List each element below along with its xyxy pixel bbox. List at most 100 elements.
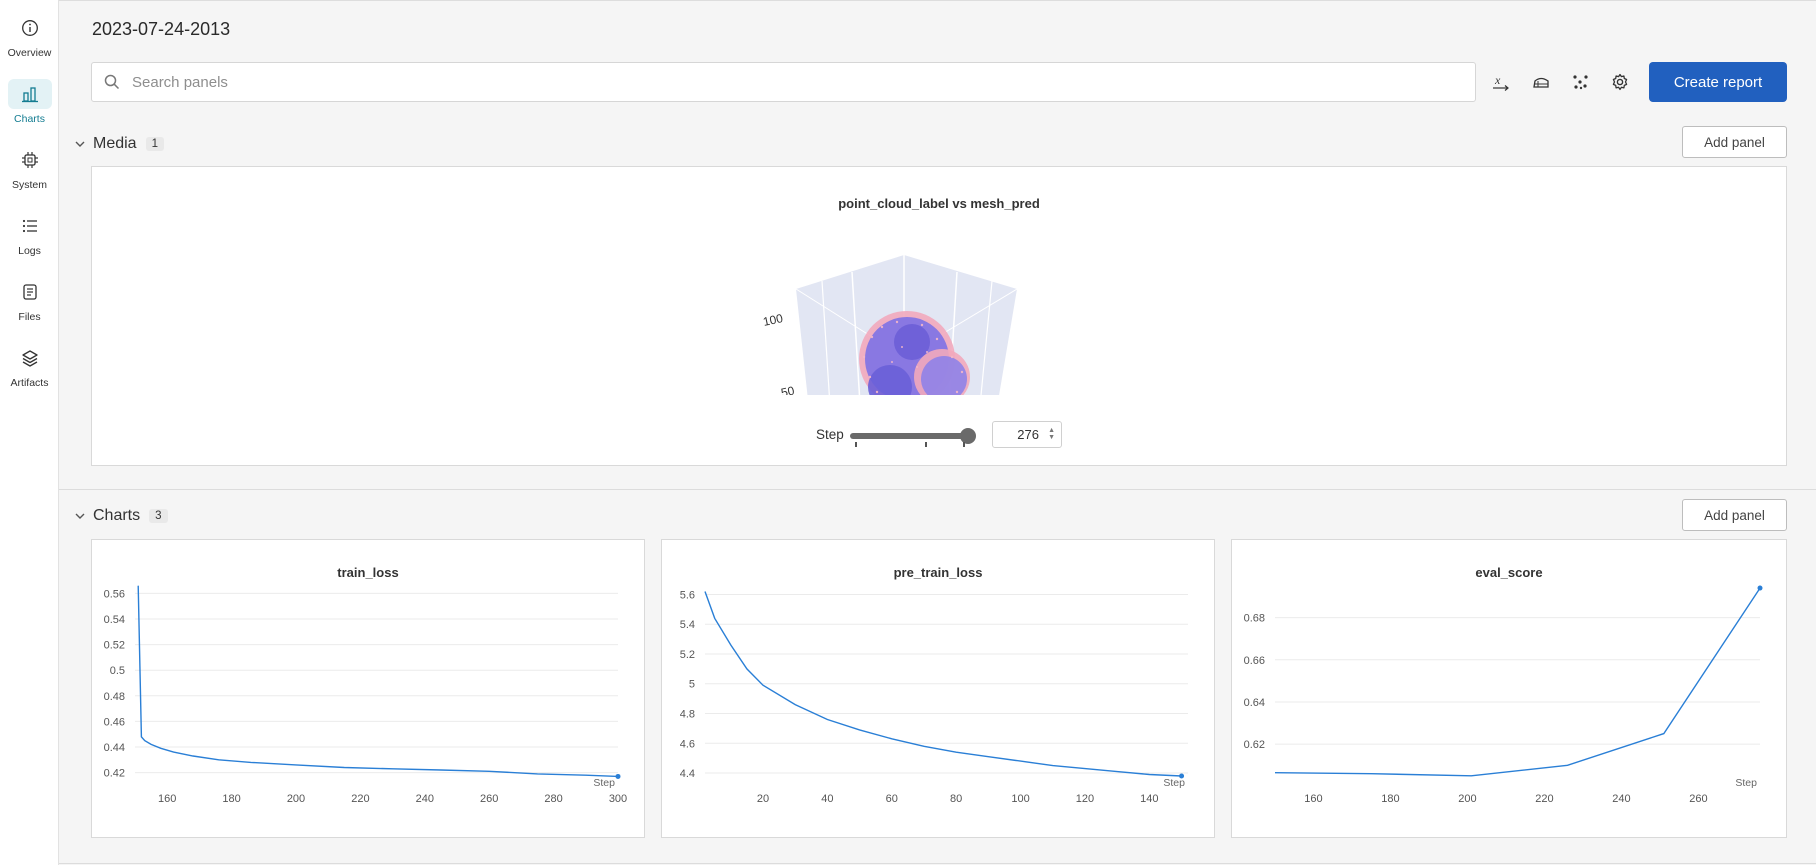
section-divider	[59, 863, 1816, 864]
main-content: 2023-07-24-2013 x Create report Media 1 …	[59, 0, 1816, 865]
y-tick-label: 4.4	[680, 768, 695, 780]
chevron-down-icon[interactable]	[73, 137, 87, 151]
y-tick-label: 0.44	[104, 742, 125, 754]
step-slider-label: Step	[816, 427, 844, 442]
y-tick-label: 0.62	[1244, 739, 1265, 751]
charts-count-badge: 3	[149, 509, 168, 523]
media-section-title: Media	[93, 135, 137, 152]
charts-section-header: Charts 3	[73, 504, 168, 528]
scatter-icon[interactable]	[1568, 69, 1594, 95]
series-line	[137, 585, 619, 778]
nav-item-artifacts[interactable]: Artifacts	[0, 330, 59, 390]
search-input[interactable]	[132, 70, 1432, 94]
layers-icon	[8, 343, 52, 373]
spinner-arrows-icon[interactable]: ▲ ▼	[1048, 427, 1055, 441]
x-tick-label: 280	[544, 793, 562, 805]
nav-label-system: System	[11, 179, 47, 191]
bar-chart-icon	[7, 79, 52, 109]
series-line	[1274, 587, 1761, 777]
y-tick-label: 0.5	[110, 665, 125, 677]
nav-label-charts: Charts	[14, 113, 45, 125]
nav-item-files[interactable]: Files	[0, 264, 59, 324]
y-tick-label: 0.48	[104, 691, 125, 703]
step-value: 276	[1017, 427, 1039, 442]
nav-label-files: Files	[18, 311, 41, 323]
x-tick-label: 300	[609, 793, 627, 805]
y-tick-label: 0.66	[1244, 655, 1265, 667]
x-tick-label: 180	[1381, 793, 1399, 805]
y-tick-label: 5.2	[680, 649, 695, 661]
chevron-down-icon[interactable]	[73, 509, 87, 523]
y-tick-label: 0.56	[104, 588, 125, 600]
point-cloud-3d-view[interactable]: 100 50	[752, 247, 1092, 397]
file-icon	[8, 277, 52, 307]
x-tick-label: 120	[1076, 793, 1094, 805]
y-tick-label: 0.68	[1244, 613, 1265, 625]
line-chart[interactable]: 0.62 0.64 0.66 0.68 160 180 200 220 240 260 Step	[1232, 540, 1786, 839]
step-slider-track[interactable]	[850, 433, 968, 439]
nav-item-system[interactable]: System	[0, 132, 59, 192]
axis-tick-100: 100	[762, 311, 785, 329]
media-panel: point_cloud_label vs mesh_pred 100 50 St…	[91, 166, 1787, 466]
axis-tick-50: 50	[780, 383, 796, 397]
clean-icon[interactable]	[1528, 69, 1554, 95]
x-tick-label: 180	[222, 793, 240, 805]
step-number-input[interactable]: 276 ▲ ▼	[992, 421, 1062, 448]
y-tick-label: 5	[689, 679, 695, 691]
step-slider[interactable]	[850, 422, 976, 450]
line-chart[interactable]: 4.4 4.6 4.8 5 5.2 5.4 5.6 20 40 60 80 100 120 140 Step	[662, 540, 1214, 839]
slider-tick	[925, 442, 927, 447]
info-icon	[8, 13, 52, 43]
y-tick-label: 4.6	[680, 738, 695, 750]
add-panel-button-charts[interactable]: Add panel	[1682, 499, 1787, 531]
x-axis-icon[interactable]: x	[1488, 69, 1514, 95]
x-tick-label: 140	[1140, 793, 1158, 805]
svg-text:x: x	[1494, 73, 1501, 87]
gear-icon[interactable]	[1607, 69, 1633, 95]
media-section-header: Media 1	[73, 132, 164, 156]
y-tick-label: 5.4	[680, 619, 695, 631]
nav-label-artifacts: Artifacts	[10, 377, 49, 389]
x-tick-label: 220	[351, 793, 369, 805]
last-point-marker	[615, 773, 621, 779]
left-nav: Overview Charts System Logs Files Artifacts	[0, 0, 59, 865]
nav-item-overview[interactable]: Overview	[0, 0, 59, 60]
x-tick-label: 160	[158, 793, 176, 805]
line-chart[interactable]: 0.42 0.44 0.46 0.48 0.5 0.52 0.54 0.56 160 180 200…	[92, 540, 644, 839]
chart-panel-train-loss[interactable]: train_loss 0.42 0.44 0.46 0.48 0.5 0.52 0.54 0.5…	[91, 539, 645, 838]
x-axis-label: Step	[593, 777, 615, 789]
y-tick-label: 4.8	[680, 709, 695, 721]
y-tick-label: 0.42	[104, 768, 125, 780]
slider-tick	[963, 442, 965, 447]
x-axis-label: Step	[1163, 777, 1185, 789]
media-count-badge: 1	[145, 137, 164, 151]
nav-item-charts[interactable]: Charts	[0, 66, 59, 126]
x-tick-label: 40	[821, 793, 833, 805]
x-axis-label: Step	[1735, 777, 1757, 789]
last-point-marker	[1179, 773, 1185, 779]
x-tick-label: 240	[416, 793, 434, 805]
nav-item-logs[interactable]: Logs	[0, 198, 59, 258]
create-report-button[interactable]: Create report	[1649, 62, 1787, 102]
section-divider	[59, 489, 1816, 490]
y-tick-label: 5.6	[680, 589, 695, 601]
last-point-marker	[1757, 585, 1763, 591]
x-tick-label: 200	[1458, 793, 1476, 805]
x-tick-label: 80	[950, 793, 962, 805]
x-tick-label: 160	[1304, 793, 1322, 805]
x-tick-label: 200	[287, 793, 305, 805]
x-tick-label: 100	[1011, 793, 1029, 805]
search-panels-box[interactable]	[91, 62, 1476, 102]
x-tick-label: 240	[1612, 793, 1630, 805]
y-tick-label: 0.54	[104, 614, 125, 626]
chart-panel-pre-train-loss[interactable]: pre_train_loss 4.4 4.6 4.8 5 5.2 5.4 5.6 20 40 60 8…	[661, 539, 1215, 838]
x-tick-label: 60	[886, 793, 898, 805]
y-tick-label: 0.52	[104, 640, 125, 652]
charts-section-title: Charts	[93, 507, 141, 524]
add-panel-button-media[interactable]: Add panel	[1682, 126, 1787, 158]
nav-label-logs: Logs	[18, 245, 41, 257]
x-tick-label: 260	[480, 793, 498, 805]
search-icon	[104, 74, 120, 95]
x-tick-label: 260	[1689, 793, 1707, 805]
chart-panel-eval-score[interactable]: eval_score 0.62 0.64 0.66 0.68 160 180 200 220 24…	[1231, 539, 1787, 838]
